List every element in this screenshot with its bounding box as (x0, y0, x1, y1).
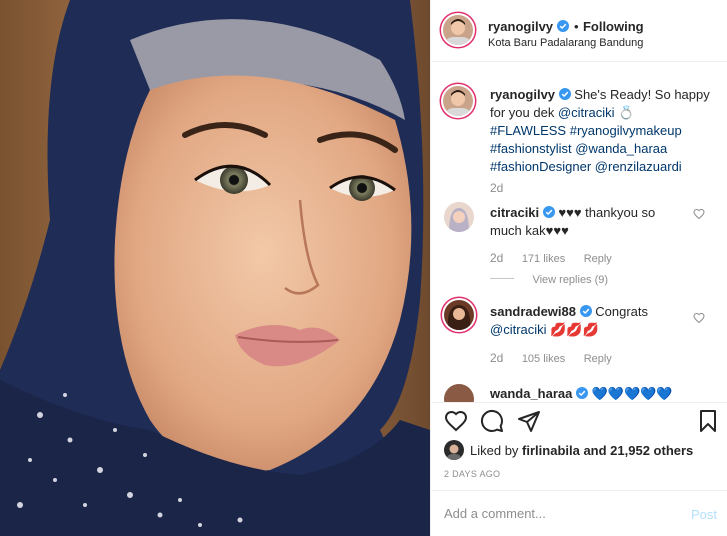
author-username[interactable]: ryanogilvy (488, 19, 553, 34)
caption-username[interactable]: ryanogilvy (490, 87, 555, 102)
comment-reply-button[interactable]: Reply (584, 253, 612, 265)
liked-by-prefix: Liked by (470, 443, 523, 458)
share-paper-plane-icon[interactable] (517, 409, 541, 433)
comment-body: ♥♥♥ thankyou so (558, 205, 656, 220)
comment-body-cont: much kak♥♥♥ (490, 223, 569, 238)
action-bar (431, 403, 727, 439)
verified-badge-icon (557, 20, 570, 32)
like-heart-icon[interactable] (444, 409, 468, 433)
replies-line (490, 278, 514, 280)
portrait-image (0, 0, 430, 536)
post-comment-button[interactable]: Post (691, 507, 717, 522)
caption-age[interactable]: 2d (490, 181, 503, 195)
caption-hashtags-3[interactable]: #fashionDesigner @renzilazuardi (490, 158, 715, 176)
comment-like-heart-icon[interactable] (693, 312, 705, 324)
ring-emoji: 💍 (618, 105, 635, 120)
comment-age[interactable]: 2d (490, 251, 503, 265)
mention-link[interactable]: @citraciki (490, 322, 547, 337)
liked-by-user[interactable]: firlinabila (522, 443, 580, 458)
post-header: ryanogilvy • Following Kota Baru Padalar… (431, 0, 727, 60)
author-avatar-image (446, 19, 470, 45)
comment-meta: 2d 171 likes Reply (490, 249, 612, 267)
comment-likes[interactable]: 171 likes (522, 253, 565, 265)
post-timestamp[interactable]: 2 DAYS AGO (444, 469, 500, 479)
comment-likes[interactable]: 105 likes (522, 353, 565, 365)
comment-body: 💙💙💙💙💙 (591, 386, 673, 401)
liker-avatar[interactable] (444, 440, 464, 460)
caption-avatar-image (446, 90, 470, 116)
author-avatar[interactable] (443, 15, 473, 45)
liked-by-suffix[interactable]: and 21,952 others (580, 443, 693, 458)
comment-avatar[interactable] (444, 300, 474, 330)
comment-avatar-image (447, 305, 471, 330)
comment-body: Congrats (595, 304, 648, 319)
post-photo[interactable] (0, 0, 430, 536)
comment-text: wanda_haraa 💙💙💙💙💙 (490, 385, 673, 402)
comment-username[interactable]: citraciki (490, 205, 539, 220)
caption-hashtags-2[interactable]: #fashionstylist @wanda_haraa (490, 140, 715, 158)
verified-badge-icon (558, 88, 571, 100)
kiss-emoji: 💋💋💋 (550, 322, 599, 337)
add-comment-bar: Post (431, 491, 727, 536)
comments-area: ryanogilvy She's Ready! So happy for you… (431, 62, 727, 402)
caption-line-1: She's Ready! So happy (574, 87, 710, 102)
post-side-panel: ryanogilvy • Following Kota Baru Padalar… (430, 0, 727, 536)
comment-bubble-icon[interactable] (480, 409, 504, 433)
add-comment-input[interactable] (444, 503, 664, 523)
caption-avatar[interactable] (443, 86, 473, 116)
comment-like-heart-icon[interactable] (693, 208, 705, 220)
caption-hashtags-1[interactable]: #FLAWLESS #ryanogilvymakeup (490, 122, 715, 140)
comment-username[interactable]: wanda_haraa (490, 386, 572, 401)
comment-avatar-image (449, 208, 469, 232)
liker-avatar-image (447, 444, 461, 460)
comment-text: citraciki ♥♥♥ thankyou so much kak♥♥♥ (490, 204, 690, 240)
comment-avatar[interactable] (444, 384, 474, 402)
comment-meta: 2d 105 likes Reply (490, 349, 612, 367)
mention-link[interactable]: @citraciki (558, 105, 615, 120)
comment-text: sandradewi88 Congrats @citraciki 💋💋💋 (490, 303, 690, 339)
save-bookmark-icon[interactable] (696, 409, 720, 433)
comment-reply-button[interactable]: Reply (584, 353, 612, 365)
caption-text: ryanogilvy She's Ready! So happy for you… (490, 86, 715, 176)
view-replies-button[interactable]: View replies (9) (490, 270, 608, 288)
comment-avatar[interactable] (444, 202, 474, 232)
verified-badge-icon (576, 387, 588, 399)
verified-badge-icon (579, 305, 592, 317)
following-button[interactable]: Following (583, 19, 644, 34)
view-replies-label[interactable]: View replies (9) (532, 274, 608, 286)
caption-line-2: for you dek (490, 105, 558, 120)
comment-username[interactable]: sandradewi88 (490, 304, 576, 319)
comment-age[interactable]: 2d (490, 351, 503, 365)
verified-badge-icon (542, 206, 555, 218)
post-location[interactable]: Kota Baru Padalarang Bandung (488, 37, 643, 49)
header-separator: • (573, 19, 579, 34)
